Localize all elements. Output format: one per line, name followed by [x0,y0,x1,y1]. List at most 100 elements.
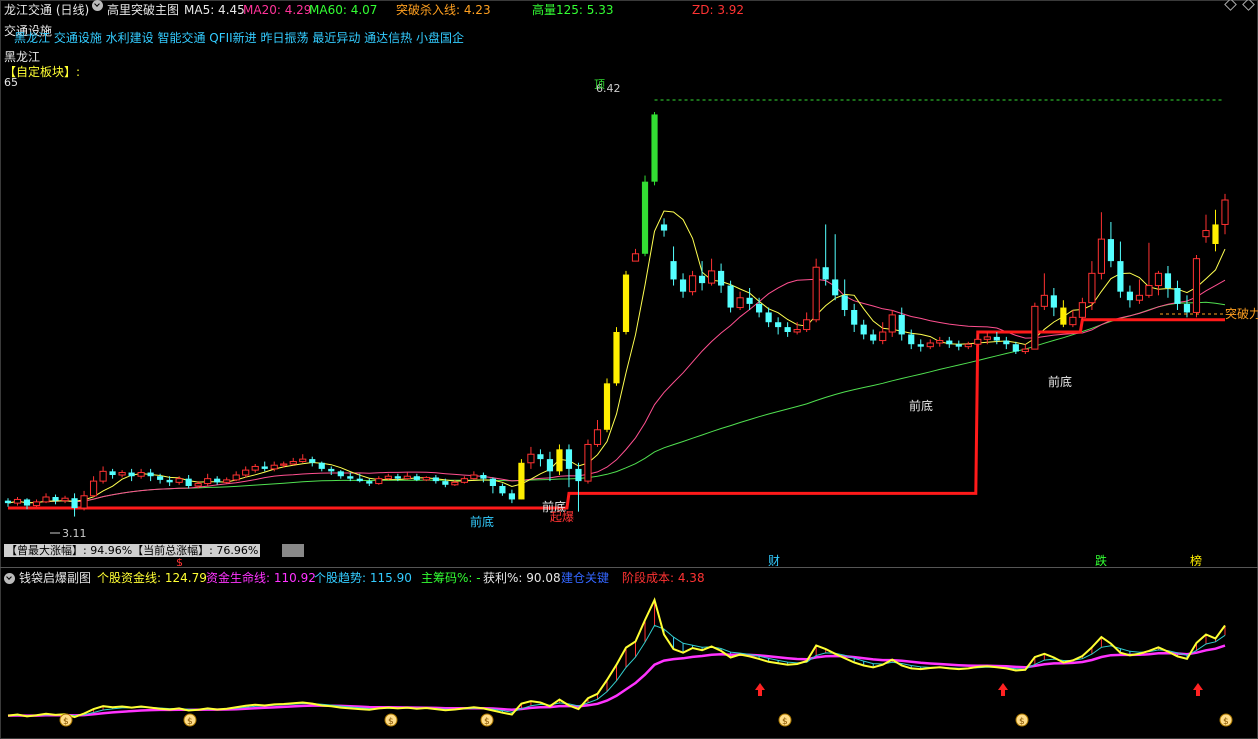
candle-body [584,443,592,482]
candle-body [1097,238,1105,274]
candle-body [832,279,839,296]
candle-body [413,476,420,480]
candle-body [964,343,972,348]
profit-value: 获利%: 90.08 [483,571,561,585]
sub-formula-name[interactable]: 钱袋启爆副图 [19,569,91,587]
candle-body [707,270,716,284]
candle-body [499,486,506,494]
candle-body [337,471,344,477]
sub-header: 钱袋启爆副图 个股资金线: 124.79 资金生命线: 110.92 个股趋势:… [0,569,1258,587]
candle-body [432,477,439,482]
breakout-power-label: 突破力 [1225,306,1258,321]
candle-body [128,472,135,477]
candle-body [556,449,563,472]
candle-body [775,322,782,328]
bottom-build-value: 建仓关键 [561,571,610,585]
fund-line-value: 个股资金线: 124.79 [97,571,207,585]
trend-value: 个股趋势: 115.90 [314,571,412,585]
candle-body [175,478,183,483]
candle-body [803,319,811,331]
candle-body [983,336,991,340]
candle-body [679,279,687,292]
candle-body [974,338,982,345]
candle-body [71,498,78,508]
candle-body [1003,340,1010,345]
candle-body [270,464,278,470]
candle-body [442,481,449,485]
candle-body [384,475,392,480]
panel-separator[interactable] [0,567,1258,568]
candle-body [451,481,459,486]
candle-body [575,468,582,482]
life-line-value: 资金生命线: 110.92 [206,571,316,585]
candle-body [593,429,602,445]
candle-body [993,336,1000,341]
candle-body [631,253,640,262]
candle-body [1021,348,1029,353]
ma20-line [7,278,1226,504]
candle-body [52,497,59,501]
candle-body [299,458,307,463]
candle-body [1183,303,1191,313]
candle-body [936,340,944,344]
candle-body [1135,294,1144,301]
candle-body [888,314,896,333]
stage-cost-value: 阶段成本: 4.38 [622,571,705,585]
candle-body [1088,272,1096,304]
candle-body [1060,307,1067,325]
candle-body [851,310,858,325]
candle-body [347,476,354,479]
candle-body [546,459,554,472]
candle-body [61,497,69,502]
candle-body [622,274,630,332]
candle-body [765,312,772,323]
candle-body [746,297,753,304]
candle-body [812,266,820,321]
marker-dollar-label: $ [176,556,183,566]
candle-body [375,478,383,485]
candle-body [898,314,905,335]
candle-body [13,498,22,504]
candle-body [394,476,401,479]
candle-body [641,181,649,254]
candle-body [651,114,658,182]
front-bottom-label-4: 前底 [1048,374,1072,389]
candle-body [917,344,924,347]
candle-body [613,332,620,384]
candle-body [688,275,697,293]
candle-body [1126,291,1134,301]
candle-body [460,478,468,483]
candle-body [261,466,268,469]
candle-body [527,453,535,464]
candle-body [309,459,316,463]
candle-body [232,474,240,481]
candle-body [717,270,725,286]
candle-body [99,470,107,482]
candle-body [118,472,126,476]
candle-body [1154,272,1163,287]
candle-body [1078,302,1086,318]
candle-body [89,480,98,497]
candle-body [698,275,706,284]
candle-body [328,468,335,472]
candle-body [356,478,363,482]
candle-body [147,472,154,477]
candle-body [289,461,297,465]
candle-body [1212,224,1219,244]
marker-die-label: 跌 [1095,553,1107,566]
main-candlestick-chart[interactable]: 3.116.42顶前底前底起爆前底前底突破力$ 财跌榜 [0,0,1258,566]
candle-body [1117,261,1124,292]
candle-body [214,478,221,483]
candle-body [109,471,116,475]
sub-formula-dropdown-icon[interactable] [4,573,15,584]
candle-body [1069,316,1077,326]
candle-body [603,383,611,430]
candle-body [1164,273,1172,288]
candle-body [518,462,525,500]
candle-body [242,469,250,476]
candle-body [4,500,12,504]
front-bottom-label-3: 前底 [909,398,933,413]
front-bottom-label-1: 前底 [470,514,494,529]
candle-body [80,495,88,509]
candle-body [223,479,231,483]
